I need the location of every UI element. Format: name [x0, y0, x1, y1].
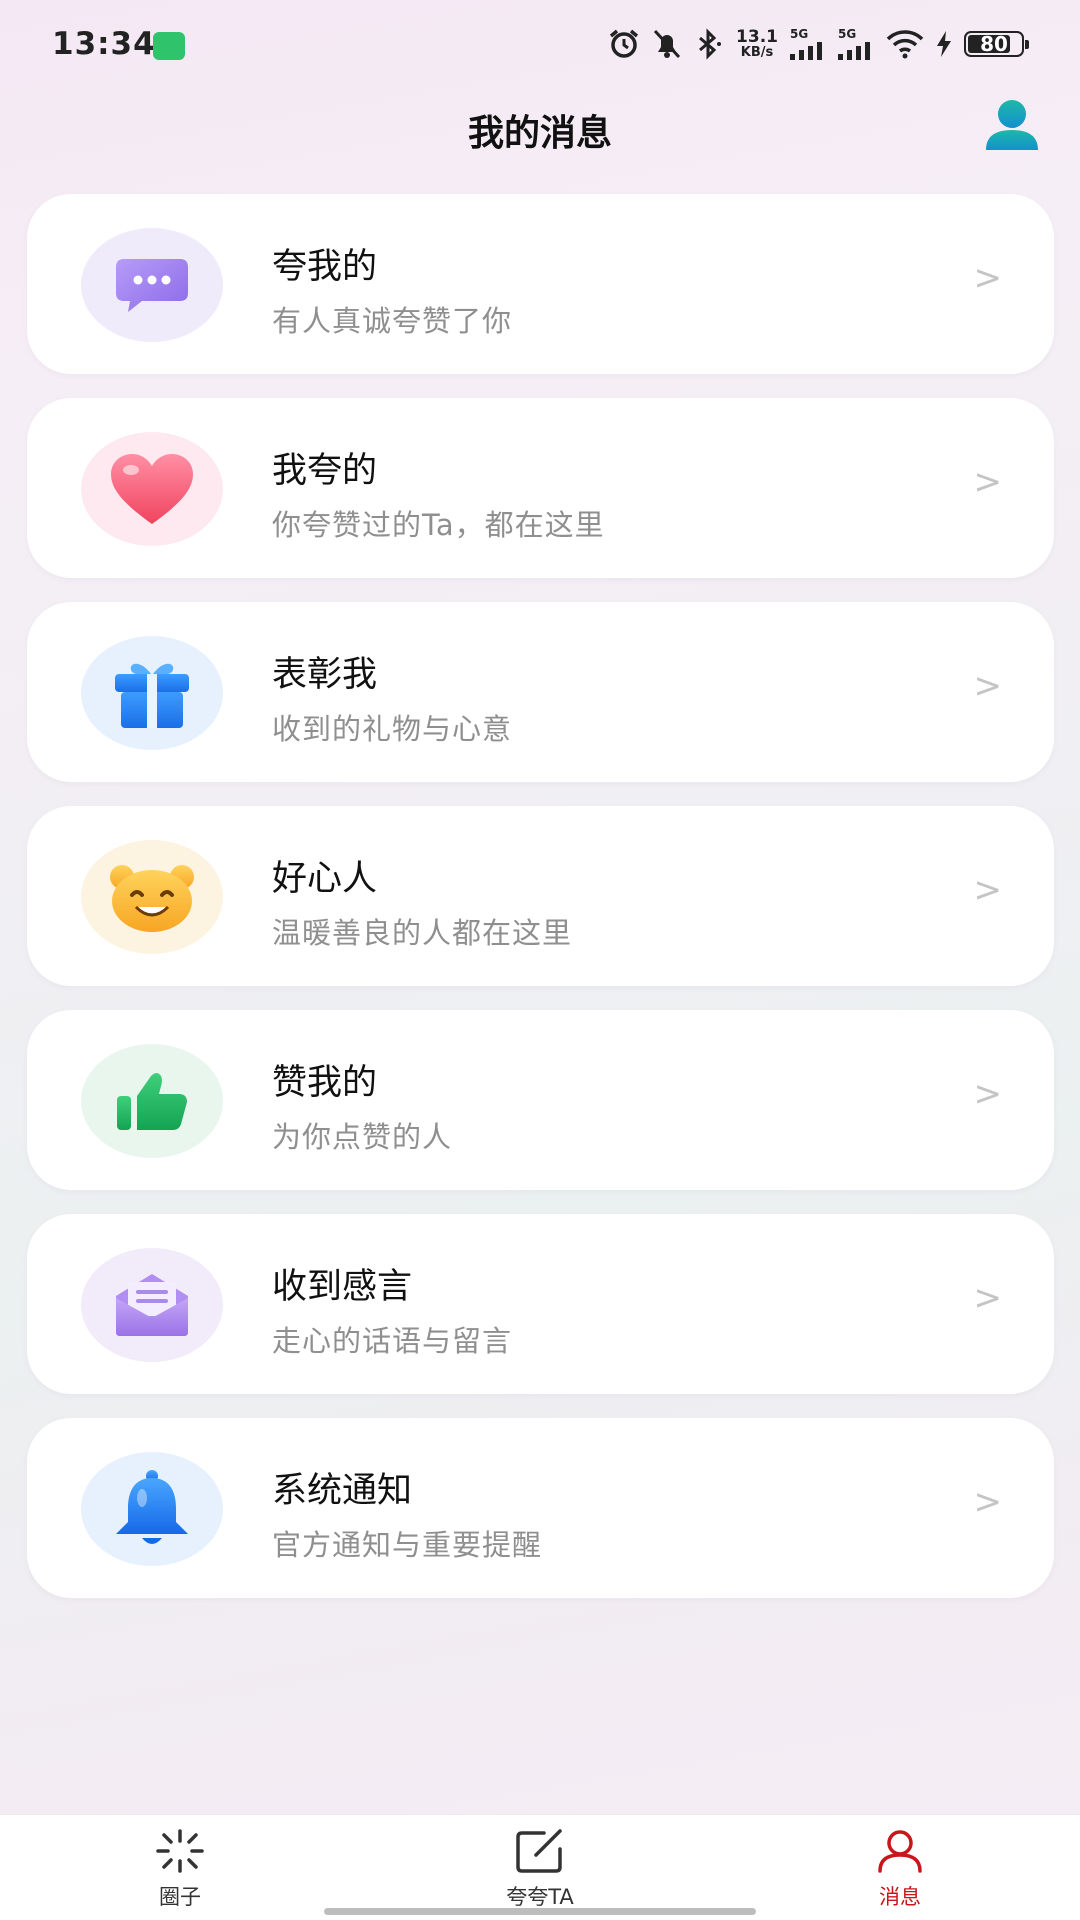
- status-bar: 13:34 13.1 KB/s 5G 5G 80: [0, 0, 1080, 90]
- home-indicator: [324, 1908, 756, 1915]
- signal-2-label: 5G: [838, 27, 857, 41]
- person-icon: [878, 1830, 922, 1873]
- battery-level: 80: [980, 32, 1008, 56]
- message-category-list: 夸我的 有人真诚夸赞了你 > 我夸的 你夸赞过的Ta，都在这里 > 表彰我 收到…: [27, 194, 1054, 1622]
- item-title: 赞我的: [272, 1063, 378, 1103]
- profile-button[interactable]: [984, 98, 1040, 152]
- icon-bubble: [81, 228, 223, 342]
- mute-bell-icon: [653, 29, 681, 59]
- chevron-right-icon: >: [973, 1278, 1003, 1318]
- signal-1-label: 5G: [790, 27, 809, 41]
- bottom-tab-bar: 圈子 夸夸TA 消息: [0, 1814, 1080, 1920]
- edit-icon: [516, 1829, 562, 1873]
- user-silhouette-icon: [986, 100, 1038, 150]
- tab-messages[interactable]: 消息: [830, 1829, 970, 1915]
- item-title: 我夸的: [272, 451, 378, 491]
- gift-icon: [115, 663, 189, 728]
- app-notification-icon: [153, 32, 185, 60]
- icon-bubble: [81, 432, 223, 546]
- tab-label: 夸夸TA: [506, 1885, 574, 1909]
- net-speed-unit: KB/s: [740, 45, 774, 60]
- list-item-received-messages[interactable]: 收到感言 走心的话语与留言 >: [27, 1214, 1054, 1394]
- chevron-right-icon: >: [973, 666, 1003, 706]
- net-speed: 13.1 KB/s: [736, 27, 778, 60]
- status-icons: 13.1 KB/s 5G 5G 80: [608, 24, 1029, 64]
- list-item-liked-me[interactable]: 赞我的 为你点赞的人 >: [27, 1010, 1054, 1190]
- charging-icon: [937, 31, 951, 57]
- list-item-system-notifications[interactable]: 系统通知 官方通知与重要提醒 >: [27, 1418, 1054, 1598]
- wifi-icon: [886, 30, 924, 59]
- chevron-right-icon: >: [973, 1074, 1003, 1114]
- chat-bubble-icon: [116, 259, 188, 312]
- chevron-right-icon: >: [973, 870, 1003, 910]
- signal-2: 5G: [838, 28, 874, 60]
- list-item-commend-me[interactable]: 表彰我 收到的礼物与心意 >: [27, 602, 1054, 782]
- chevron-right-icon: >: [973, 1482, 1003, 1522]
- battery-cap: [1025, 40, 1029, 49]
- tab-circle[interactable]: 圈子: [110, 1829, 250, 1915]
- signal-1: 5G: [790, 28, 826, 60]
- net-speed-value: 13.1: [736, 27, 778, 47]
- list-item-i-praised[interactable]: 我夸的 你夸赞过的Ta，都在这里 >: [27, 398, 1054, 578]
- sparkle-icon: [156, 1829, 204, 1873]
- icon-bubble: [81, 1452, 223, 1566]
- item-subtitle: 你夸赞过的Ta，都在这里: [272, 508, 605, 542]
- battery-indicator: 80: [964, 31, 1029, 57]
- heart-icon: [111, 454, 193, 524]
- icon-bubble: [81, 636, 223, 750]
- smiley-bear-icon: [110, 865, 194, 932]
- chevron-right-icon: >: [973, 258, 1003, 298]
- chevron-right-icon: >: [973, 462, 1003, 502]
- tab-praise-ta[interactable]: 夸夸TA: [470, 1829, 610, 1915]
- item-title: 系统通知: [272, 1471, 413, 1511]
- item-subtitle: 收到的礼物与心意: [272, 712, 513, 746]
- bell-icon: [116, 1470, 188, 1544]
- alarm-icon: [609, 29, 639, 58]
- item-title: 好心人: [272, 859, 378, 899]
- icon-bubble: [81, 1248, 223, 1362]
- bluetooth-icon: [699, 28, 722, 60]
- item-subtitle: 温暖善良的人都在这里: [272, 916, 573, 950]
- signal-bars-icon: [838, 42, 870, 60]
- page-title: 我的消息: [467, 113, 612, 154]
- tab-label: 消息: [879, 1885, 921, 1909]
- item-subtitle: 有人真诚夸赞了你: [272, 304, 513, 338]
- icon-bubble: [81, 840, 223, 954]
- envelope-icon: [116, 1274, 188, 1336]
- list-item-kind-people[interactable]: 好心人 温暖善良的人都在这里 >: [27, 806, 1054, 986]
- item-title: 收到感言: [272, 1267, 413, 1307]
- item-subtitle: 官方通知与重要提醒: [272, 1528, 543, 1562]
- item-subtitle: 为你点赞的人: [272, 1120, 453, 1154]
- item-title: 夸我的: [272, 247, 378, 287]
- icon-bubble: [81, 1044, 223, 1158]
- item-subtitle: 走心的话语与留言: [272, 1324, 513, 1358]
- tab-label: 圈子: [159, 1885, 201, 1909]
- signal-bars-icon: [790, 42, 822, 60]
- item-title: 表彰我: [272, 655, 378, 695]
- list-item-praise-me[interactable]: 夸我的 有人真诚夸赞了你 >: [27, 194, 1054, 374]
- thumbs-up-icon: [117, 1073, 187, 1130]
- status-time: 13:34: [52, 26, 156, 62]
